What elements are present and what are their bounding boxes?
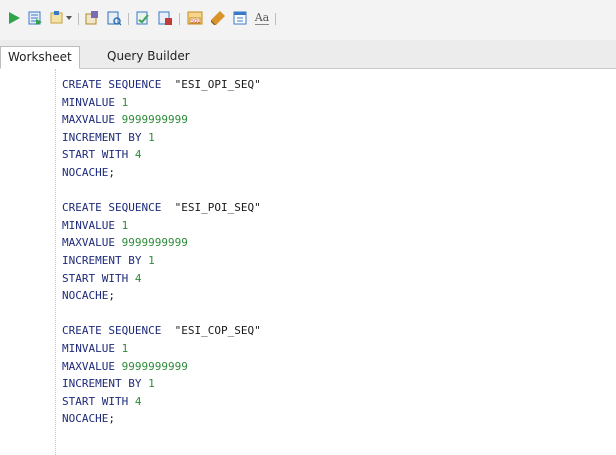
code-line[interactable]: START WITH 4 bbox=[62, 146, 261, 164]
code-line[interactable]: START WITH 4 bbox=[62, 393, 261, 411]
sql-number: 1 bbox=[121, 341, 129, 355]
to-upper-case-icon[interactable]: Aa bbox=[252, 8, 272, 28]
code-line[interactable]: MAXVALUE 9999999999 bbox=[62, 234, 261, 252]
sql-number: 9999999999 bbox=[121, 359, 188, 373]
run-statement-icon[interactable] bbox=[4, 8, 24, 28]
sql-keyword: START WITH bbox=[62, 394, 129, 408]
sql-punctuation bbox=[115, 113, 122, 126]
code-line[interactable]: START WITH 4 bbox=[62, 270, 261, 288]
sql-number: 1 bbox=[121, 95, 129, 109]
sql-punctuation bbox=[161, 201, 174, 214]
sql-number: 1 bbox=[121, 218, 129, 232]
code-line[interactable]: NOCACHE; bbox=[62, 410, 261, 428]
code-line[interactable]: INCREMENT BY 1 bbox=[62, 375, 261, 393]
sql-keyword: START WITH bbox=[62, 271, 129, 285]
sql-number: 4 bbox=[134, 148, 142, 162]
sql-punctuation bbox=[161, 78, 174, 91]
sql-punctuation bbox=[115, 219, 122, 232]
sql-keyword: MINVALUE bbox=[62, 95, 115, 109]
code-line[interactable] bbox=[62, 305, 261, 323]
sql-editor[interactable]: CREATE SEQUENCE "ESI_OPI_SEQ" MINVALUE 1M… bbox=[0, 69, 616, 455]
sql-punctuation bbox=[115, 96, 122, 109]
sql-punctuation bbox=[115, 236, 122, 249]
clear-icon[interactable] bbox=[208, 8, 228, 28]
sql-identifier: "ESI_POI_SEQ" bbox=[174, 201, 261, 215]
sql-identifier: "ESI_OPI_SEQ" bbox=[174, 78, 261, 91]
tab-query-builder[interactable]: Query Builder bbox=[100, 46, 197, 68]
chevron-down-icon[interactable] bbox=[64, 8, 74, 28]
sql-identifier: "ESI_COP_SEQ" bbox=[174, 324, 261, 338]
sql-keyword: MAXVALUE bbox=[62, 359, 115, 373]
sql-keyword: NOCACHE bbox=[62, 289, 109, 303]
svg-text:SQL: SQL bbox=[191, 19, 200, 25]
to-upper-case-glyph: Aa bbox=[254, 10, 270, 25]
sql-punctuation bbox=[128, 272, 135, 285]
run-script-icon[interactable] bbox=[25, 8, 45, 28]
tab-worksheet[interactable]: Worksheet bbox=[0, 46, 80, 69]
unshared-sql-icon[interactable] bbox=[230, 8, 250, 28]
code-line[interactable]: MAXVALUE 9999999999 bbox=[62, 111, 261, 129]
code-line[interactable]: NOCACHE; bbox=[62, 164, 261, 182]
code-line[interactable]: CREATE SEQUENCE "ESI_POI_SEQ" bbox=[62, 199, 261, 217]
sql-punctuation bbox=[128, 148, 135, 161]
sql-number: 4 bbox=[134, 271, 142, 285]
code-line[interactable]: MINVALUE 1 bbox=[62, 340, 261, 358]
sql-number: 9999999999 bbox=[121, 113, 188, 127]
code-line[interactable]: INCREMENT BY 1 bbox=[62, 252, 261, 270]
sql-keyword: INCREMENT BY bbox=[62, 130, 142, 144]
sql-keyword: NOCACHE bbox=[62, 412, 109, 426]
code-line[interactable] bbox=[62, 182, 261, 200]
code-line[interactable]: MAXVALUE 9999999999 bbox=[62, 358, 261, 376]
toolbar-separator bbox=[275, 13, 276, 25]
code-line[interactable]: INCREMENT BY 1 bbox=[62, 129, 261, 147]
sql-keyword: INCREMENT BY bbox=[62, 377, 142, 391]
toolbar-separator bbox=[78, 13, 79, 25]
explain-plan-icon[interactable] bbox=[104, 8, 124, 28]
toolbar-separator bbox=[128, 13, 129, 25]
sql-punctuation: ; bbox=[108, 289, 115, 303]
sql-history-icon[interactable]: SQL bbox=[185, 8, 205, 28]
editor-gutter-guide bbox=[55, 69, 56, 455]
sql-punctuation: ; bbox=[108, 165, 115, 179]
sql-punctuation bbox=[161, 324, 174, 337]
code-line[interactable]: NOCACHE; bbox=[62, 287, 261, 305]
worksheet-tab-bar: Worksheet Query Builder bbox=[0, 40, 616, 69]
sql-number: 9999999999 bbox=[121, 236, 188, 250]
worksheet-toolbar: SQL Aa bbox=[0, 0, 616, 40]
code-line[interactable]: MINVALUE 1 bbox=[62, 94, 261, 112]
sql-keyword: CREATE SEQUENCE bbox=[62, 324, 162, 338]
sql-punctuation: ; bbox=[108, 412, 115, 426]
sql-punctuation bbox=[115, 360, 122, 373]
autotrace-icon[interactable] bbox=[133, 8, 153, 28]
sql-keyword: START WITH bbox=[62, 148, 129, 162]
sql-code[interactable]: CREATE SEQUENCE "ESI_OPI_SEQ" MINVALUE 1M… bbox=[62, 76, 261, 428]
sql-keyword: MINVALUE bbox=[62, 341, 115, 355]
sql-keyword: INCREMENT BY bbox=[62, 253, 142, 267]
code-line[interactable]: CREATE SEQUENCE "ESI_OPI_SEQ" bbox=[62, 76, 261, 94]
sql-punctuation bbox=[115, 342, 122, 355]
sql-number: 1 bbox=[148, 253, 155, 267]
sql-keyword: MAXVALUE bbox=[62, 113, 115, 127]
code-line[interactable]: CREATE SEQUENCE "ESI_COP_SEQ" bbox=[62, 322, 261, 340]
tab-label: Worksheet bbox=[8, 50, 72, 64]
tab-label: Query Builder bbox=[107, 49, 190, 63]
sql-keyword: CREATE SEQUENCE bbox=[62, 201, 162, 215]
sql-keyword: NOCACHE bbox=[62, 165, 109, 179]
sql-number: 4 bbox=[134, 394, 142, 408]
sql-tuning-icon[interactable] bbox=[155, 8, 175, 28]
sql-keyword: CREATE SEQUENCE bbox=[62, 78, 162, 91]
code-line[interactable]: MINVALUE 1 bbox=[62, 217, 261, 235]
sql-keyword: MAXVALUE bbox=[62, 236, 115, 250]
rollback-icon[interactable] bbox=[82, 8, 102, 28]
sql-number: 1 bbox=[148, 377, 155, 391]
sql-keyword: MINVALUE bbox=[62, 218, 115, 232]
sql-punctuation bbox=[128, 395, 135, 408]
toolbar-separator bbox=[179, 13, 180, 25]
sql-number: 1 bbox=[148, 130, 155, 144]
